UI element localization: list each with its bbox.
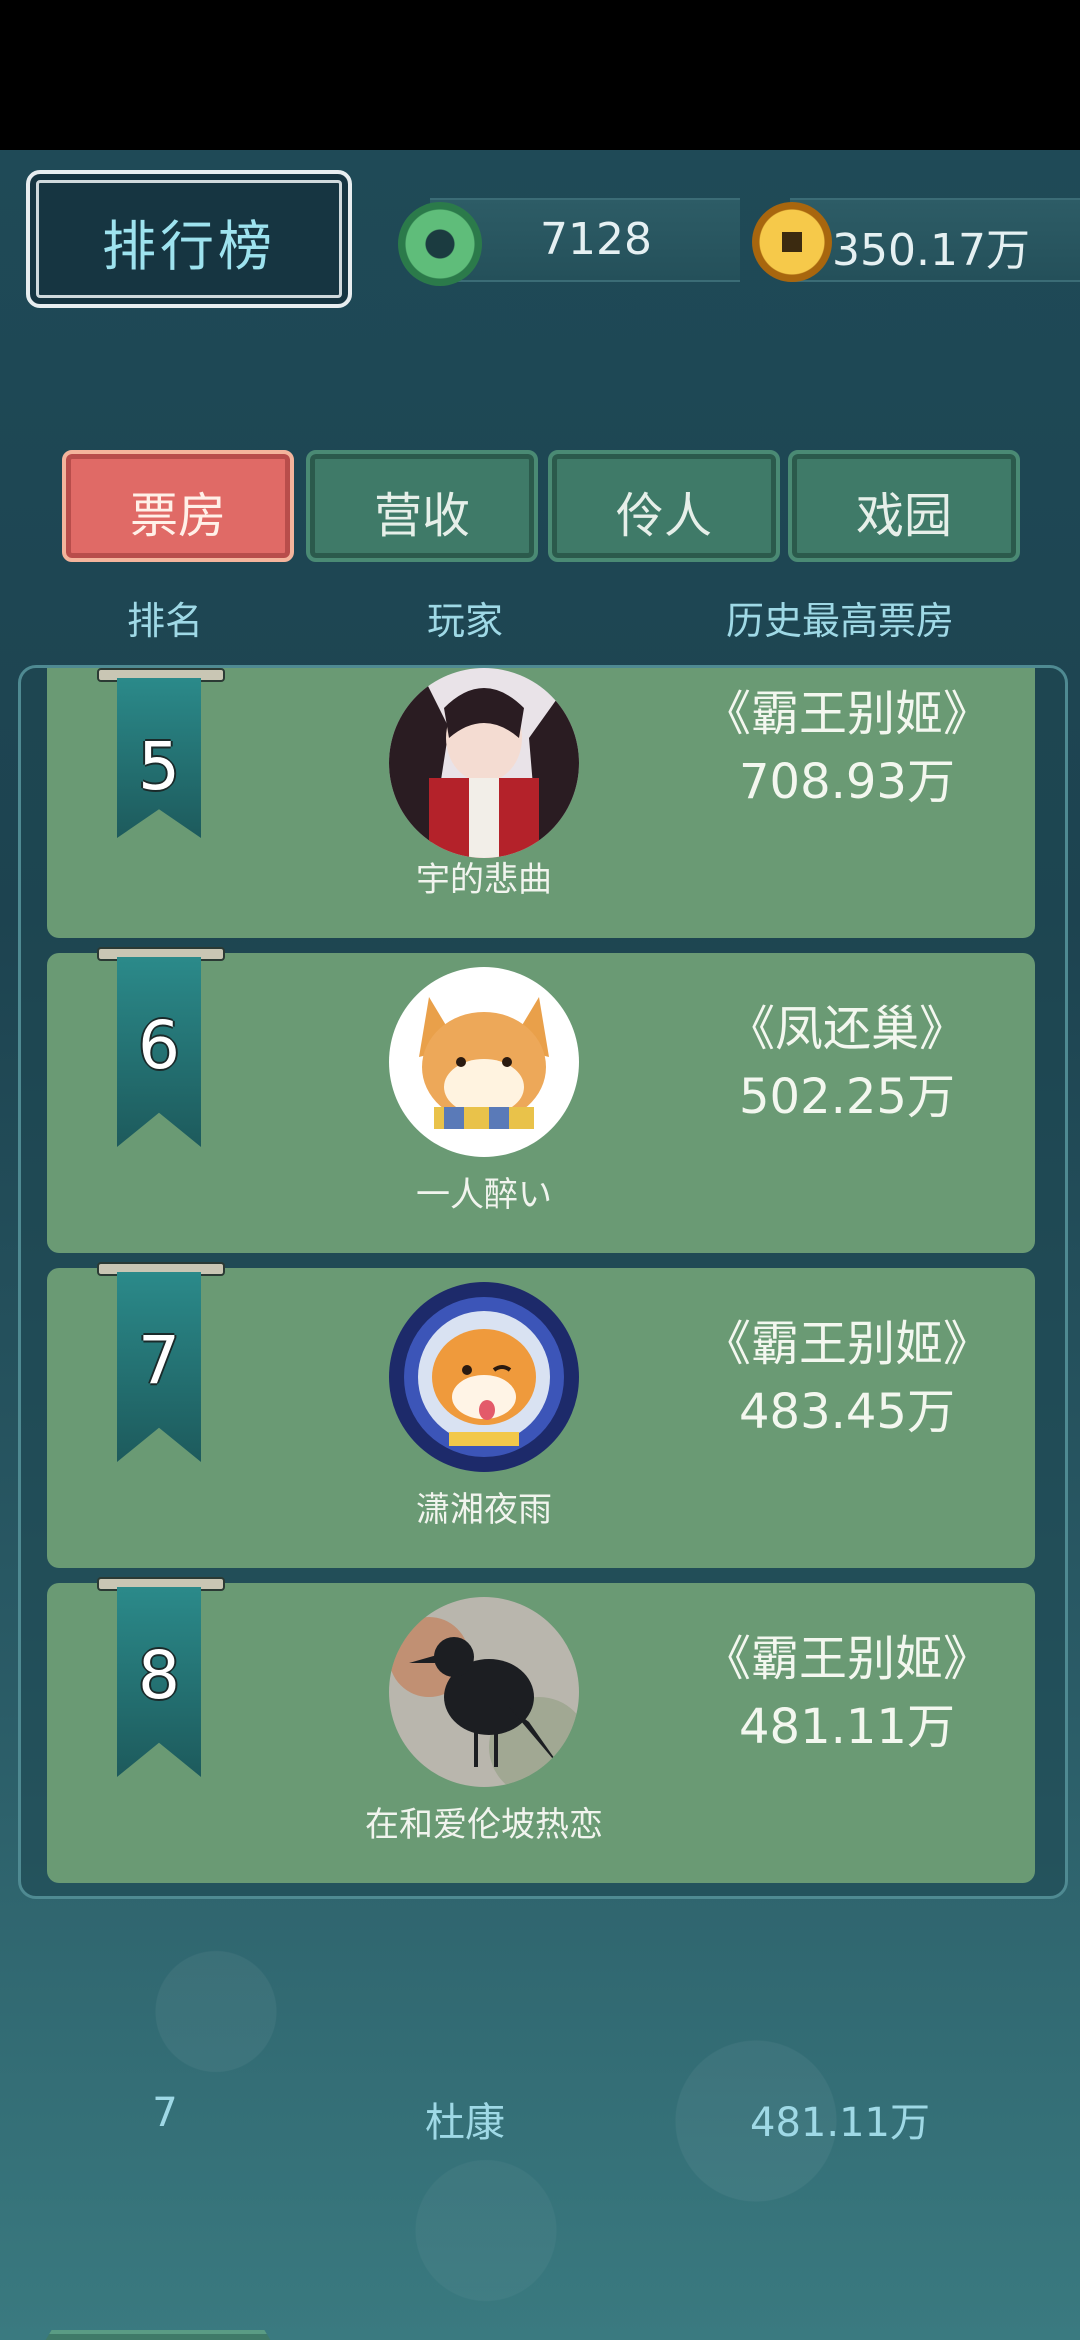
avatar[interactable]	[389, 967, 579, 1157]
tab-label: 票房	[129, 488, 226, 544]
rank-number: 5	[138, 728, 180, 805]
list-item[interactable]: 6 一人醉い 《凤还巢》 502.25万	[47, 947, 1035, 1253]
avatar[interactable]	[389, 1597, 579, 1787]
my-amount: 481.11万	[750, 2100, 930, 2146]
list-item[interactable]: 8 在和爱伦坡热恋 《霸王别姬》 481.11万	[47, 1577, 1035, 1883]
coin-icon	[752, 202, 832, 282]
page-title-text: 排行榜	[102, 215, 276, 278]
tab-revenue[interactable]: 营收	[306, 450, 538, 562]
leaderboard-list[interactable]: 5 宇的悲曲 《霸王别姬》 708.93万 6 一人醉い 《凤还巢》 502.2…	[18, 665, 1068, 1899]
leaderboard-screen: 排行榜 7128 350.17万 票房 营收 伶人 戏园 排名 玩家 历史最高票…	[0, 150, 1080, 2340]
box-office-amount: 481.11万	[739, 1699, 955, 1755]
rank-number: 7	[138, 1322, 180, 1399]
tab-theater[interactable]: 戏园	[788, 450, 1020, 562]
column-header-player: 玩家	[426, 599, 503, 643]
coin-amount: 350.17万	[832, 225, 1030, 276]
tab-label: 营收	[373, 488, 470, 544]
list-item[interactable]: 5 宇的悲曲 《霸王别姬》 708.93万	[47, 668, 1035, 938]
rank-banner: 5	[97, 668, 225, 838]
page-title: 排行榜	[26, 170, 352, 308]
rank-banner: 6	[97, 947, 225, 1147]
player-name: 一人醉い	[416, 1175, 552, 1215]
tab-label: 戏园	[855, 488, 952, 544]
player-name: 宇的悲曲	[416, 860, 552, 900]
my-rank: 7	[152, 2090, 178, 2136]
jade-amount: 7128	[540, 214, 652, 265]
rank-number: 6	[138, 1007, 180, 1084]
list-item[interactable]: 7 潇湘夜雨 《霸王别姬》 483.45万	[47, 1262, 1035, 1568]
my-name: 杜康	[425, 2100, 505, 2146]
avatar[interactable]	[389, 668, 579, 858]
back-button[interactable]: 返回	[18, 2330, 298, 2340]
player-name: 潇湘夜雨	[416, 1490, 552, 1530]
tab-performers[interactable]: 伶人	[548, 450, 780, 562]
play-title: 《霸王别姬》	[702, 1316, 991, 1372]
avatar[interactable]	[389, 1282, 579, 1472]
jade-ring-icon	[398, 202, 482, 286]
box-office-amount: 502.25万	[739, 1069, 955, 1125]
rank-banner: 7	[97, 1262, 225, 1462]
box-office-amount: 483.45万	[739, 1384, 955, 1440]
play-title: 《霸王别姬》	[702, 686, 991, 742]
box-office-amount: 708.93万	[739, 754, 955, 810]
column-header-best: 历史最高票房	[725, 599, 954, 643]
play-title: 《凤还巢》	[726, 1001, 967, 1057]
rank-number: 8	[138, 1637, 180, 1714]
rank-banner: 8	[97, 1577, 225, 1777]
tab-label: 伶人	[615, 488, 712, 544]
player-name: 在和爱伦坡热恋	[365, 1805, 603, 1845]
tab-box-office[interactable]: 票房	[62, 450, 294, 562]
coin-currency-bar: 350.17万	[790, 198, 1080, 282]
play-title: 《霸王别姬》	[702, 1631, 991, 1687]
column-header-rank: 排名	[126, 599, 203, 643]
